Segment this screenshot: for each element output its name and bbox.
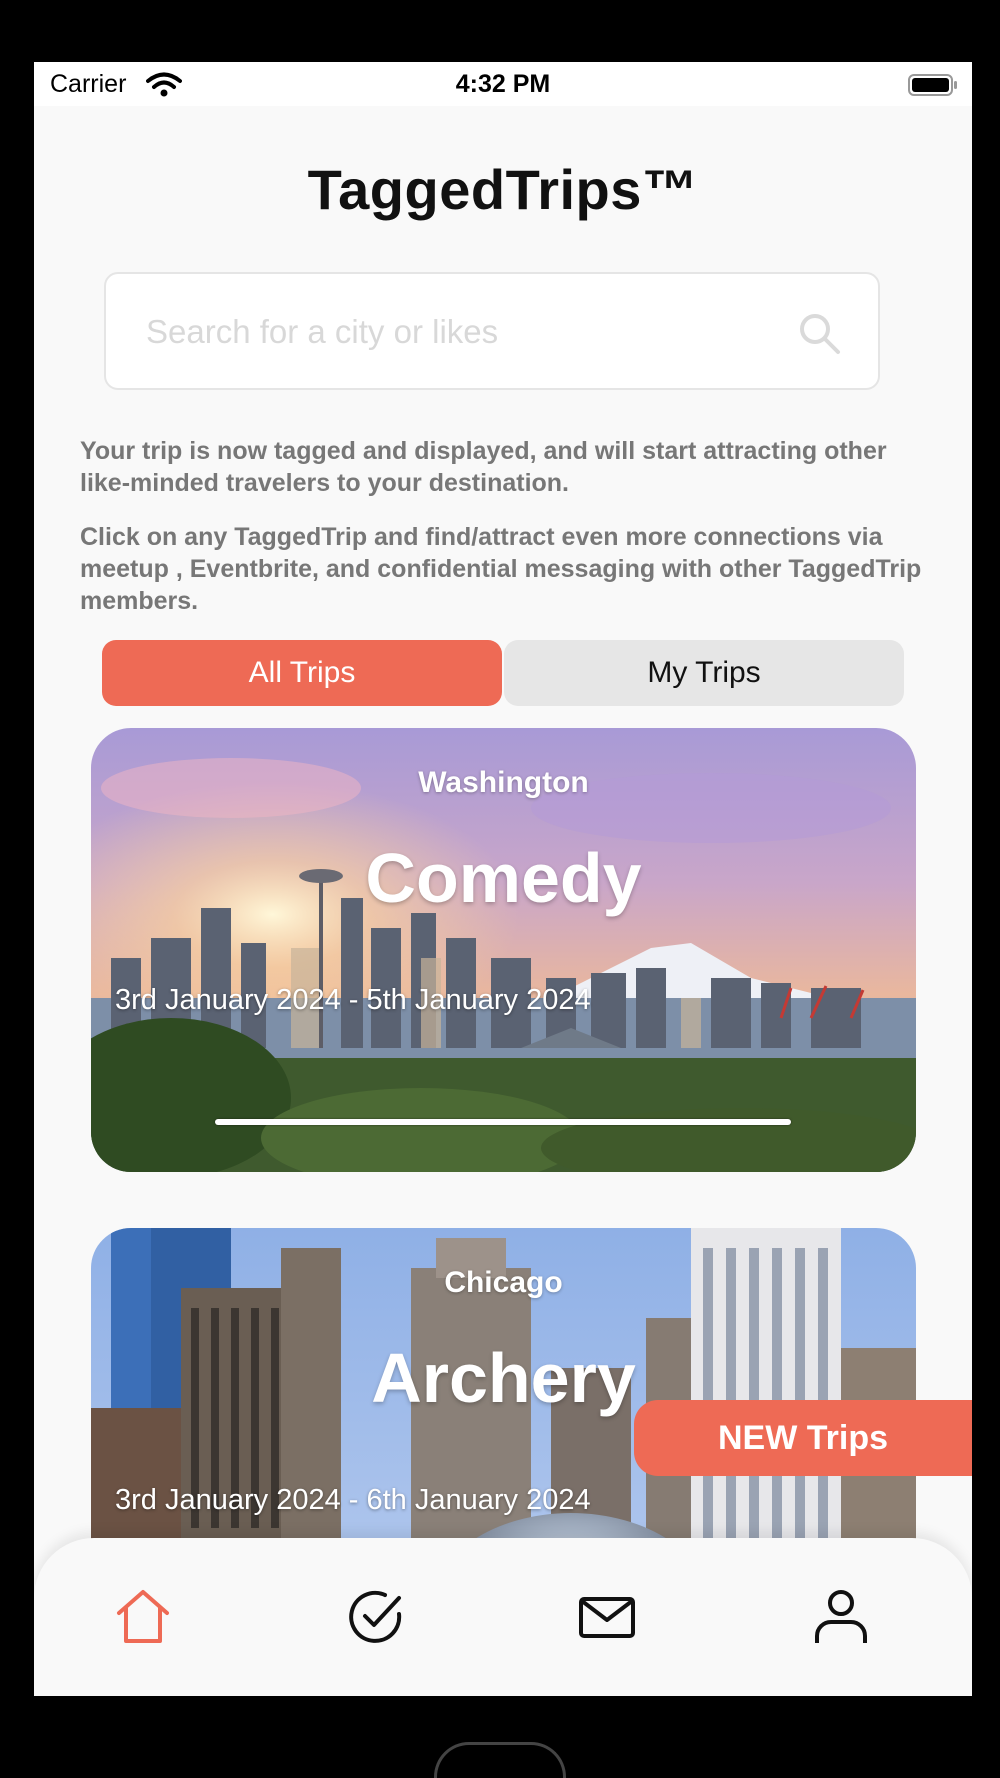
status-bar: Carrier 4:32 PM — [34, 62, 972, 106]
trips-segmented-control: All Trips My Trips — [102, 640, 904, 706]
mail-icon[interactable] — [578, 1588, 636, 1646]
user-icon[interactable] — [812, 1588, 870, 1646]
card-divider — [215, 1119, 791, 1125]
tab-all-trips[interactable]: All Trips — [102, 640, 502, 706]
battery-icon — [908, 74, 957, 96]
trip-card[interactable]: Washington Comedy 3rd January 2024 - 5th… — [91, 728, 916, 1172]
trip-dates: 3rd January 2024 - 5th January 2024 — [115, 984, 591, 1016]
new-trips-button[interactable]: NEW Trips — [634, 1400, 972, 1476]
home-icon[interactable] — [114, 1588, 172, 1646]
trip-city: Washington — [418, 766, 589, 799]
info-text-tagged: Your trip is now tagged and displayed, a… — [80, 437, 887, 497]
info-text-connections: Click on any TaggedTrip and find/attract… — [80, 523, 922, 615]
check-circle-icon[interactable] — [347, 1588, 405, 1646]
bottom-tab-bar — [34, 1538, 972, 1696]
app-title: TaggedTrips™ — [307, 158, 699, 221]
tab-my-trips[interactable]: My Trips — [504, 640, 904, 706]
status-time: 4:32 PM — [455, 70, 551, 98]
app-screen: Carrier 4:32 PM TaggedTrips™ Your trip i… — [34, 62, 972, 1696]
search-icon[interactable] — [796, 310, 842, 356]
trip-dates: 3rd January 2024 - 6th January 2024 — [115, 1484, 591, 1516]
trip-city: Chicago — [444, 1266, 563, 1299]
trip-title: Comedy — [365, 839, 642, 917]
device-frame: Carrier 4:32 PM TaggedTrips™ Your trip i… — [0, 0, 1000, 1778]
home-button[interactable] — [434, 1742, 566, 1778]
search-input[interactable] — [146, 304, 766, 360]
search-bar[interactable] — [104, 272, 880, 390]
